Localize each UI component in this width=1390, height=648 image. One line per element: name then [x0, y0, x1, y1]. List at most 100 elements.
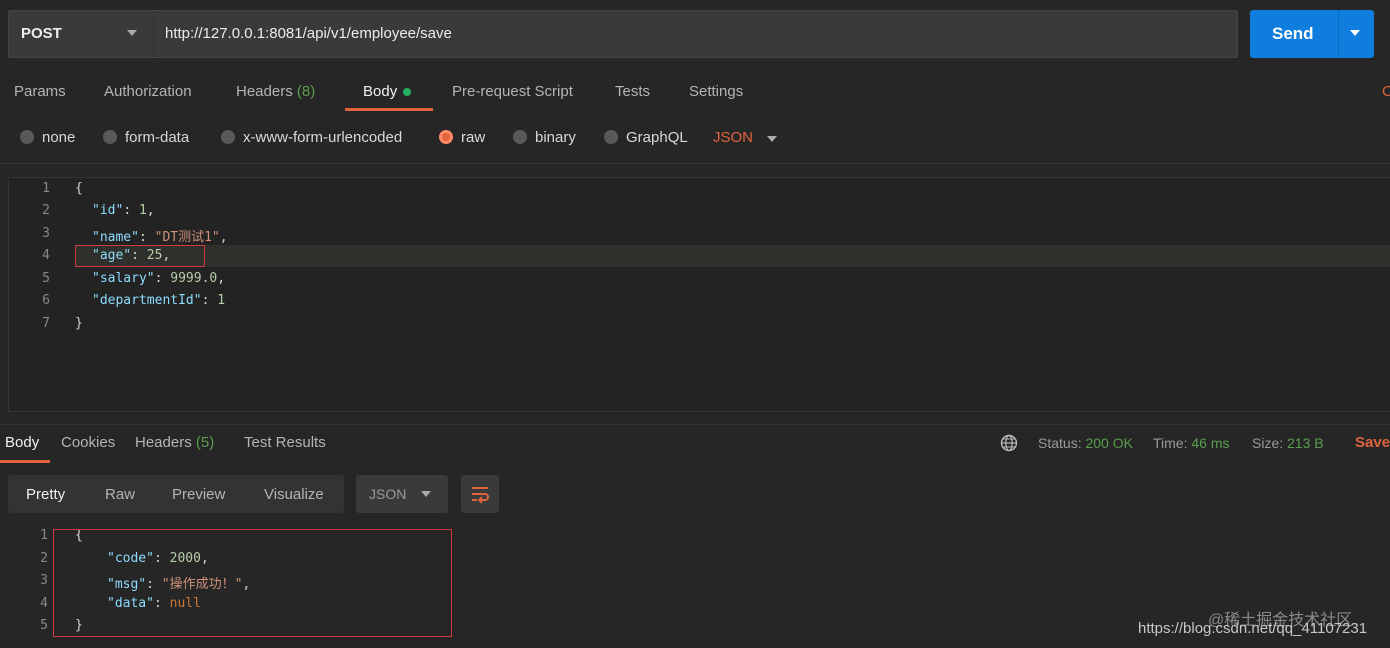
- divider: [0, 424, 1390, 425]
- time-indicator: Time: 46 ms: [1153, 435, 1230, 451]
- view-tab-visualize[interactable]: Visualize: [264, 486, 324, 503]
- size-indicator: Size: 213 B: [1252, 435, 1324, 451]
- divider: [0, 163, 1390, 164]
- code-brace-close: }: [75, 316, 83, 331]
- tab-body[interactable]: Body: [363, 83, 412, 100]
- radio-circle-icon: [513, 130, 527, 144]
- line-number: 6: [42, 293, 50, 308]
- radio-none-label: none: [42, 129, 76, 146]
- chevron-down-icon: [421, 491, 431, 497]
- json-key: "name": [92, 230, 139, 245]
- body-modified-dot-icon: [403, 88, 412, 97]
- send-button-label: Send: [1272, 24, 1314, 43]
- response-tab-headers[interactable]: Headers (5): [135, 434, 214, 451]
- url-input[interactable]: http://127.0.0.1:8081/api/v1/employee/sa…: [165, 25, 452, 42]
- line-number: 2: [42, 203, 50, 218]
- tab-body-label: Body: [363, 83, 398, 100]
- radio-urlencoded-label: x-www-form-urlencoded: [243, 129, 403, 146]
- json-value: 1: [217, 293, 226, 308]
- size-value: 213 B: [1287, 435, 1324, 451]
- radio-circle-icon: [103, 130, 117, 144]
- tab-settings[interactable]: Settings: [689, 83, 743, 100]
- radio-raw-label: raw: [461, 129, 486, 146]
- line-number: 4: [42, 248, 50, 263]
- radio-graphql[interactable]: GraphQL: [604, 129, 699, 149]
- time-value: 46 ms: [1191, 435, 1230, 451]
- response-headers-count: (5): [195, 434, 215, 451]
- radio-binary[interactable]: binary: [513, 129, 593, 149]
- active-tab-indicator: [0, 460, 50, 463]
- response-tab-cookies[interactable]: Cookies: [61, 434, 115, 451]
- watermark-csdn: https://blog.csdn.net/qq_41107231: [1138, 620, 1368, 637]
- time-label: Time:: [1153, 435, 1188, 451]
- size-label: Size:: [1252, 435, 1284, 451]
- radio-form-data-label: form-data: [125, 129, 190, 146]
- chevron-down-icon[interactable]: [767, 136, 777, 142]
- view-tab-raw[interactable]: Raw: [105, 486, 135, 503]
- tab-tests[interactable]: Tests: [615, 83, 650, 100]
- json-value: 9999.0: [170, 271, 218, 286]
- response-tab-headers-label: Headers: [135, 434, 192, 451]
- line-number: 1: [40, 528, 48, 543]
- radio-form-data[interactable]: form-data: [103, 129, 203, 149]
- wrap-lines-button[interactable]: [461, 475, 499, 513]
- tab-authorization[interactable]: Authorization: [104, 83, 192, 100]
- code-line: "departmentId": 1: [92, 293, 226, 308]
- radio-circle-icon: [20, 130, 34, 144]
- save-response-button[interactable]: Save: [1355, 434, 1390, 451]
- view-tab-pretty[interactable]: Pretty: [26, 486, 65, 503]
- radio-graphql-label: GraphQL: [626, 129, 688, 146]
- radio-circle-icon: [604, 130, 618, 144]
- response-view-tabs: Pretty Raw Preview Visualize: [8, 475, 344, 513]
- current-line-highlight: [75, 245, 1390, 267]
- body-format-select[interactable]: JSON: [713, 129, 753, 146]
- status-label: Status:: [1038, 435, 1082, 451]
- annotation-box: [53, 529, 452, 637]
- status-indicator: Status: 200 OK: [1038, 435, 1133, 451]
- cookies-link-cut[interactable]: C: [1382, 83, 1390, 100]
- tab-headers-label: Headers: [236, 83, 293, 100]
- radio-raw[interactable]: raw: [439, 129, 499, 149]
- json-key: "departmentId": [92, 293, 202, 308]
- tab-headers[interactable]: Headers (8): [236, 83, 315, 100]
- status-value: 200 OK: [1085, 435, 1133, 451]
- response-format-label: JSON: [369, 486, 407, 502]
- response-format-select[interactable]: JSON: [356, 475, 448, 513]
- method-dropdown[interactable]: POST: [9, 11, 154, 57]
- method-label: POST: [21, 25, 62, 42]
- line-number: 1: [42, 181, 50, 196]
- json-key: "id": [92, 203, 124, 218]
- line-number: 4: [40, 596, 48, 611]
- send-divider: [1338, 10, 1339, 58]
- send-button[interactable]: Send: [1250, 10, 1374, 58]
- request-url-bar: POST http://127.0.0.1:8081/api/v1/employ…: [8, 10, 1238, 58]
- line-number: 2: [40, 551, 48, 566]
- response-tab-test-results[interactable]: Test Results: [244, 434, 326, 451]
- json-key: "salary": [92, 271, 155, 286]
- radio-circle-icon: [221, 130, 235, 144]
- line-number: 5: [42, 271, 50, 286]
- line-number: 3: [42, 226, 50, 241]
- code-line: "salary": 9999.0,: [92, 271, 226, 286]
- annotation-box: [75, 245, 205, 267]
- line-number: 5: [40, 618, 48, 633]
- radio-binary-label: binary: [535, 129, 576, 146]
- tab-params[interactable]: Params: [14, 83, 66, 100]
- radio-selected-icon: [439, 130, 453, 144]
- response-tab-body[interactable]: Body: [5, 434, 39, 451]
- radio-urlencoded[interactable]: x-www-form-urlencoded: [221, 129, 421, 149]
- json-value: 1: [138, 203, 147, 218]
- line-number: 7: [42, 316, 50, 331]
- wrap-lines-icon: [472, 487, 489, 504]
- headers-count: (8): [296, 83, 316, 100]
- globe-icon[interactable]: [1000, 434, 1018, 452]
- line-number: 3: [40, 573, 48, 588]
- radio-none[interactable]: none: [20, 129, 90, 149]
- tab-prerequest-script[interactable]: Pre-request Script: [452, 83, 573, 100]
- chevron-down-icon[interactable]: [1350, 30, 1360, 36]
- chevron-down-icon: [127, 30, 137, 36]
- active-tab-indicator: [345, 108, 433, 111]
- code-line: "id": 1,: [92, 203, 155, 218]
- json-value: "DT测试1": [154, 230, 220, 245]
- view-tab-preview[interactable]: Preview: [172, 486, 225, 503]
